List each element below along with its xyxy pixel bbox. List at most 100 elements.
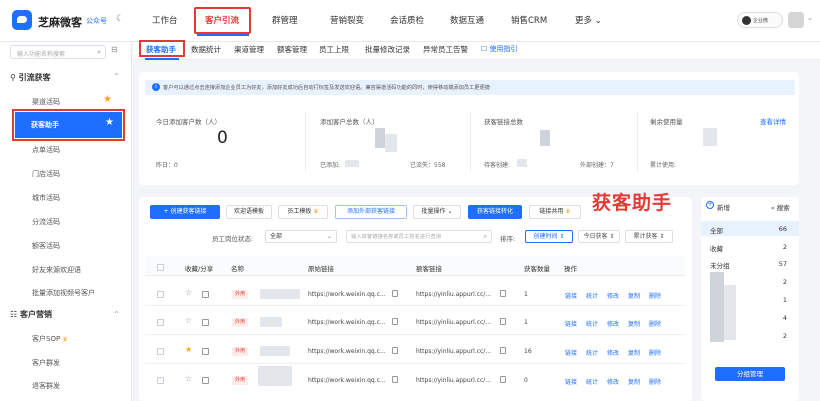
op-link[interactable]: 链接	[565, 348, 577, 357]
chevron-down-icon[interactable]: ⌄	[807, 14, 813, 22]
status-select[interactable]: 全部 ⌄	[265, 230, 337, 243]
link-search-input[interactable]: 输入获客链接名称或员工姓名进行查询 ⌕	[346, 230, 492, 243]
chevron-up-icon[interactable]: ^	[114, 311, 119, 318]
select-all-checkbox[interactable]	[157, 264, 164, 271]
sidebar-item-split-code[interactable]: 分流活码	[32, 217, 60, 227]
batch-operation-dropdown[interactable]: 批量操作 ⌄	[413, 205, 461, 219]
op-edit[interactable]: 修改	[607, 377, 619, 386]
nav-group-management[interactable]: 群管理	[272, 14, 298, 26]
sidebar-search-input[interactable]: 输入功能名称搜索 ⌕	[10, 45, 106, 59]
star-icon[interactable]: ★	[103, 94, 112, 105]
view-detail-link[interactable]: 查看详情	[760, 116, 786, 126]
star-icon[interactable]: ☆	[185, 288, 192, 297]
chevron-up-icon[interactable]: ^	[114, 73, 119, 80]
avatar[interactable]	[788, 12, 804, 28]
sidebar-item-order-code[interactable]: 点单活码	[32, 145, 60, 155]
copy-icon[interactable]	[500, 290, 506, 297]
welcome-template-button[interactable]: 欢迎语模板	[226, 205, 272, 219]
sidebar-group-marketing[interactable]: ☷ 客户营销	[10, 309, 52, 320]
copy-icon[interactable]	[500, 376, 506, 383]
sidebar-item-acquisition-assistant-label[interactable]: 获客助手	[31, 120, 59, 130]
star-icon[interactable]: ★	[185, 345, 192, 354]
op-stats[interactable]: 统计	[586, 291, 598, 300]
sidebar-item-customer-sop[interactable]: 客户SOP ♛	[32, 334, 68, 344]
nav-data-sync[interactable]: 数据互通	[450, 14, 484, 26]
sidebar-item-mass-message[interactable]: 客户群发	[32, 358, 60, 368]
sidebar-group-acquisition[interactable]: ⚲ 引流获客	[10, 72, 51, 83]
group-ungrouped[interactable]: 未分组	[710, 260, 730, 270]
tab-statistics[interactable]: 数据统计	[191, 44, 221, 55]
share-icon[interactable]	[202, 319, 209, 326]
sidebar-item-welcome-source[interactable]: 好友来源欢迎语	[32, 265, 81, 275]
sidebar-item-video-customers[interactable]: 批量添加视频号客户	[32, 288, 95, 298]
copy-icon[interactable]	[392, 376, 398, 383]
link-share-button[interactable]: 链接共用 ♛	[529, 205, 581, 219]
copy-icon[interactable]	[392, 290, 398, 297]
tab-extra-management[interactable]: 额客管理	[277, 44, 307, 55]
star-icon[interactable]: ☆	[185, 316, 192, 325]
tab-staff-alert[interactable]: 异常员工告警	[423, 44, 468, 55]
create-link-button[interactable]: + 创建获客链接	[150, 205, 220, 219]
share-icon[interactable]	[202, 377, 209, 384]
add-external-link-button[interactable]: 添加外部获客链接	[335, 205, 407, 219]
sidebar-item-channel-code[interactable]: 渠道活码	[32, 97, 60, 107]
sort-created-time[interactable]: 创建时间 ⇕	[525, 230, 573, 243]
op-copy[interactable]: 复制	[628, 348, 640, 357]
brand-logo-icon[interactable]	[12, 10, 32, 30]
plus-icon[interactable]: +	[706, 201, 714, 209]
copy-icon[interactable]	[392, 347, 398, 354]
op-link[interactable]: 链接	[565, 377, 577, 386]
copy-icon[interactable]	[500, 318, 506, 325]
row-checkbox[interactable]	[157, 348, 164, 355]
nav-workbench[interactable]: 工作台	[152, 14, 178, 26]
nav-more[interactable]: 更多 ⌄	[575, 14, 602, 26]
new-group-button[interactable]: 新增	[717, 202, 730, 212]
brand-tag[interactable]: 公众号	[86, 16, 107, 26]
sidebar-item-extra-code[interactable]: 额客活码	[32, 241, 60, 251]
sort-today[interactable]: 今日获客 ⇕	[578, 230, 620, 243]
op-copy[interactable]: 复制	[628, 319, 640, 328]
op-copy[interactable]: 复制	[628, 291, 640, 300]
op-stats[interactable]: 统计	[586, 319, 598, 328]
tab-channel-management[interactable]: 渠道管理	[234, 44, 264, 55]
sidebar-item-city-code[interactable]: 城市活码	[32, 193, 60, 203]
row-checkbox[interactable]	[157, 291, 164, 298]
enterprise-switch[interactable]: 企业微	[737, 12, 783, 28]
row-checkbox[interactable]	[157, 377, 164, 384]
sort-cumulative[interactable]: 累计获客 ⇕	[625, 230, 673, 243]
op-link[interactable]: 链接	[565, 319, 577, 328]
share-icon[interactable]	[202, 291, 209, 298]
copy-icon[interactable]	[392, 318, 398, 325]
sidebar-collapse-icon[interactable]: ⊟	[111, 45, 118, 54]
row-checkbox[interactable]	[157, 319, 164, 326]
tab-staff-limit[interactable]: 员工上限	[319, 44, 349, 55]
group-favorite[interactable]: 收藏	[710, 243, 723, 253]
op-link[interactable]: 链接	[565, 291, 577, 300]
op-delete[interactable]: 删除	[649, 377, 661, 386]
sidebar-item-store-code[interactable]: 门店活码	[32, 169, 60, 179]
share-icon[interactable]	[202, 348, 209, 355]
op-delete[interactable]: 删除	[649, 319, 661, 328]
nav-sales-crm[interactable]: 销售CRM	[511, 14, 547, 26]
op-stats[interactable]: 统计	[586, 377, 598, 386]
group-all[interactable]: 全部	[710, 225, 723, 235]
staff-template-button[interactable]: 员工模板 ♛	[278, 205, 328, 219]
theme-toggle-icon[interactable]: ☾	[116, 14, 124, 24]
group-search-button[interactable]: ⌕ 搜索	[771, 202, 790, 213]
op-edit[interactable]: 修改	[607, 319, 619, 328]
help-link[interactable]: ☐ 使用指引	[481, 44, 518, 54]
op-edit[interactable]: 修改	[607, 348, 619, 357]
op-stats[interactable]: 统计	[586, 348, 598, 357]
tab-batch-records[interactable]: 批量修改记录	[365, 44, 410, 55]
copy-icon[interactable]	[500, 347, 506, 354]
star-icon[interactable]: ★	[105, 117, 114, 128]
sidebar-item-return-message[interactable]: 退客群发	[32, 381, 60, 391]
op-delete[interactable]: 删除	[649, 291, 661, 300]
op-edit[interactable]: 修改	[607, 291, 619, 300]
nav-session-qc[interactable]: 会话质检	[390, 14, 424, 26]
op-delete[interactable]: 删除	[649, 348, 661, 357]
link-conversion-button[interactable]: 获客链接转化	[468, 205, 522, 219]
nav-marketing[interactable]: 营销裂变	[330, 14, 364, 26]
star-icon[interactable]: ☆	[185, 374, 192, 383]
group-manage-button[interactable]: 分组管理	[715, 367, 785, 381]
